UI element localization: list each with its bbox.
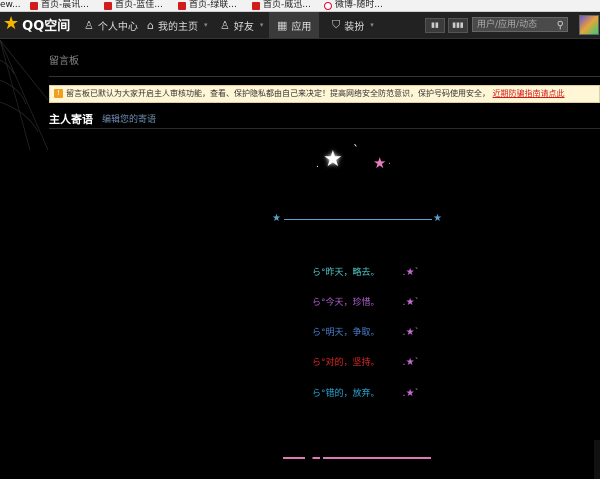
nav-item-apps[interactable]: ▦ 应用 — [269, 12, 320, 38]
message-line-text: ら°今天，珍惜。 — [312, 298, 380, 308]
nav-item-my-home[interactable]: ⌂ 我的主页 ▾ — [147, 12, 208, 38]
red-square-icon — [178, 1, 186, 10]
scrollbar[interactable] — [594, 440, 600, 479]
nav-item-personal-center[interactable]: ♙ 个人中心 — [84, 12, 138, 38]
message-line-text: ら°对的，坚持。 — [312, 358, 380, 368]
bookmark-label: 首页-威迅... — [263, 0, 311, 10]
page-title: 留言板 — [49, 56, 79, 67]
bookmark-label: ew... — [0, 0, 21, 10]
message-line-text: ら°明天，争取。 — [312, 328, 380, 338]
search-input[interactable]: 用户/应用/动态 ⚲ — [472, 17, 568, 32]
qzone-logo[interactable]: ★ QQ空间 — [3, 14, 70, 34]
edit-message-link[interactable]: 编辑您的寄语 — [102, 112, 156, 125]
nav-item-decorate[interactable]: ⛉ 装扮 ▾ — [332, 12, 374, 38]
nav-item-friends[interactable]: ♙ 好友 ▾ — [220, 12, 263, 38]
bookmark-item[interactable]: 首页-蓝佳... — [104, 0, 163, 11]
notice-text: 留言板已默认为大家开启主人审核功能，查看、保护隐私都由自己来决定！提高网络安全防… — [66, 89, 490, 98]
red-square-icon — [30, 1, 38, 10]
sparkle-star-icon: .★` — [402, 297, 420, 308]
red-square-icon — [104, 1, 112, 10]
sparkle-dot-icon: . — [316, 160, 319, 170]
person-icon: ♙ — [84, 18, 94, 32]
sparkle-tick-icon: ` — [353, 143, 359, 157]
weibo-icon — [324, 1, 332, 10]
signal-button[interactable]: ▮▮▮ — [448, 18, 468, 33]
sparkle-star-icon: .★` — [402, 327, 420, 338]
logo-text: QQ空间 — [22, 18, 71, 34]
message-line: ら°昨天，略去。 .★` — [312, 265, 420, 278]
sparkle-star-icon: .★` — [402, 267, 420, 278]
nav-item-label: 装扮 — [344, 21, 365, 33]
bookmark-item[interactable]: 微博-随时... — [324, 0, 383, 11]
divider — [49, 128, 600, 129]
chevron-down-icon: ▾ — [203, 21, 208, 29]
divider — [49, 76, 600, 77]
search-placeholder: 用户/应用/动态 — [477, 20, 538, 30]
bookmark-item[interactable]: 首页-晨讯... — [30, 0, 89, 11]
friends-icon: ♙ — [220, 18, 230, 32]
bookmark-item[interactable]: 首页-绿联... — [178, 0, 237, 11]
home-icon: ⌂ — [147, 18, 154, 32]
nav-item-label: 应用 — [291, 21, 312, 33]
bookmark-label: 首页-晨讯... — [41, 0, 89, 10]
pause-button[interactable]: ▮▮ — [425, 18, 445, 33]
sparkle-dot-icon: . — [388, 157, 391, 167]
top-nav-bar: ★ QQ空间 ♙ 个人中心 ⌂ 我的主页 ▾ ♙ 好友 ▾ ▦ 应用 ⛉ 装扮 … — [0, 12, 600, 39]
notice-banner: ! 留言板已默认为大家开启主人审核功能，查看、保护隐私都由自己来决定！提高网络安… — [49, 85, 600, 103]
message-line: ら°对的，坚持。 .★` — [312, 355, 420, 368]
message-line-text: ら°错的，放弃。 — [312, 389, 380, 399]
sparkle-star-icon: .★` — [402, 388, 420, 399]
message-line: ら°明天，争取。 .★` — [312, 325, 420, 338]
star-logo-icon: ★ — [3, 13, 20, 34]
section-title: 主人寄语 — [49, 113, 93, 126]
chevron-down-icon: ▾ — [370, 21, 374, 29]
pink-divider — [283, 457, 431, 459]
nav-item-label: 个人中心 — [97, 21, 138, 33]
divider-bar — [284, 219, 432, 220]
search-icon[interactable]: ⚲ — [557, 18, 564, 33]
bookmark-label: 首页-蓝佳... — [115, 0, 163, 10]
nav-toggle-group: ▮▮ ▮▮▮ — [425, 18, 468, 33]
chevron-down-icon: ▾ — [259, 21, 264, 29]
bookmark-item[interactable]: 首页-威迅... — [252, 0, 311, 11]
sparkle-star-icon: .★` — [402, 357, 420, 368]
message-line: ら°错的，放弃。 .★` — [312, 386, 420, 399]
safety-guide-link[interactable]: 近期防骗指南请点此 — [493, 89, 565, 98]
pink-star-icon: ★ — [373, 154, 387, 172]
avatar[interactable] — [579, 15, 599, 35]
star-divider: ★ ★ — [272, 213, 442, 225]
small-star-icon: ★ — [433, 213, 442, 224]
red-square-icon — [252, 1, 260, 10]
notice-icon: ! — [54, 89, 63, 98]
small-star-icon: ★ — [272, 213, 281, 224]
message-line: ら°今天，珍惜。 .★` — [312, 295, 420, 308]
bookmark-label: 微博-随时... — [335, 0, 383, 10]
bookmark-item[interactable]: ew... — [0, 0, 21, 11]
apps-grid-icon: ▦ — [277, 18, 288, 32]
bookmarks-bar: ew... 首页-晨讯... 首页-蓝佳... 首页-绿联... 首页-威迅..… — [0, 0, 600, 12]
shirt-icon: ⛉ — [332, 18, 341, 31]
bookmark-label: 首页-绿联... — [189, 0, 237, 10]
spiderweb-decoration — [0, 40, 48, 150]
message-line-text: ら°昨天，略去。 — [312, 268, 380, 278]
nav-item-label: 好友 — [233, 21, 254, 33]
star-icon: ★ — [323, 147, 343, 172]
nav-item-label: 我的主页 — [157, 21, 198, 33]
